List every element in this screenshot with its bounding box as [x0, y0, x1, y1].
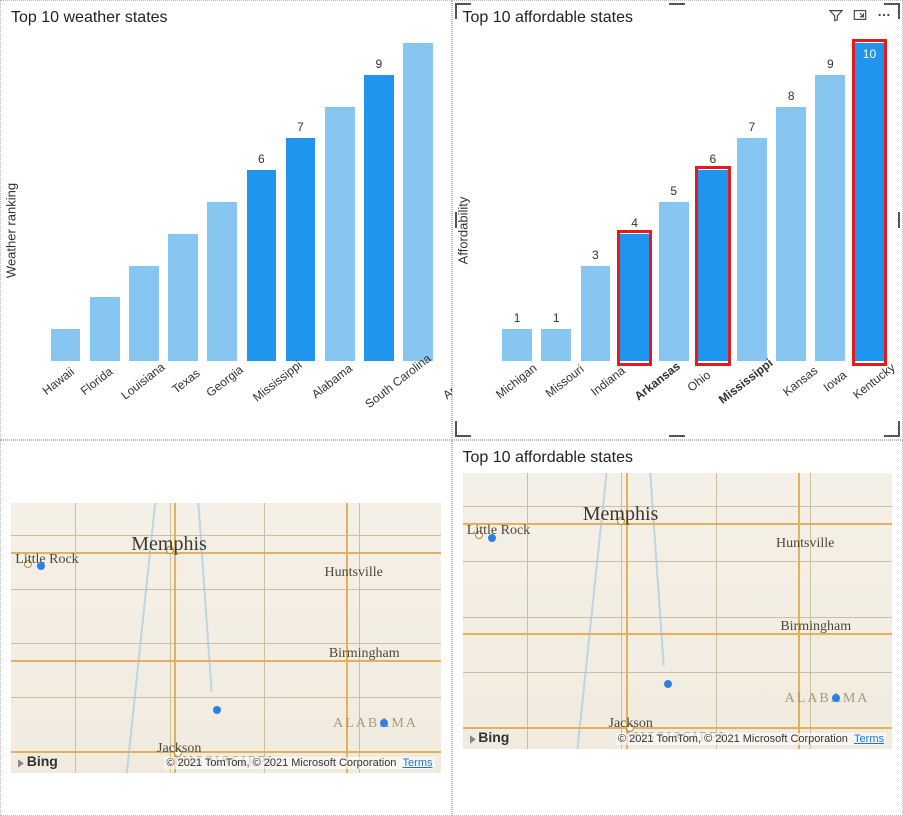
bar-value-label: 7	[297, 120, 304, 134]
bing-logo: Bing	[469, 729, 510, 745]
bar[interactable]: 7	[737, 138, 767, 361]
bar-col[interactable]	[399, 43, 436, 361]
visual-header-actions	[828, 7, 892, 23]
map-data-point[interactable]	[37, 562, 45, 570]
bar[interactable]: 5	[659, 202, 689, 361]
map-state-alabama: ALABAMA	[785, 691, 870, 707]
map-attribution: © 2021 TomTom, © 2021 Microsoft Corporat…	[164, 757, 434, 769]
map-data-point[interactable]	[664, 680, 672, 688]
map-city-birmingham: Birmingham	[780, 619, 851, 635]
more-options-icon[interactable]	[876, 7, 892, 23]
bar-value-label: 5	[670, 184, 677, 198]
bar-col[interactable]: 3	[577, 43, 614, 361]
map-state-alabama: ALABAMA	[333, 716, 418, 732]
bar-col[interactable]: 5	[655, 43, 692, 361]
bar-col[interactable]	[321, 43, 358, 361]
focus-mode-icon[interactable]	[852, 7, 868, 23]
map-terms-link[interactable]: Terms	[854, 733, 884, 745]
bar[interactable]: 6	[698, 170, 728, 361]
bar[interactable]: 8	[776, 107, 806, 361]
bar-col[interactable]: 9	[812, 43, 849, 361]
bar[interactable]: 1	[541, 329, 571, 361]
map-city-birmingham: Birmingham	[329, 646, 400, 662]
bar-col[interactable]	[47, 43, 84, 361]
bar[interactable]: 4	[620, 234, 650, 361]
category-label: Mississippi	[716, 356, 795, 432]
map-terms-link[interactable]: Terms	[403, 757, 433, 769]
bar-value-label: 9	[827, 57, 834, 71]
bar[interactable]: 3	[581, 266, 611, 361]
bar-col[interactable]: 7	[733, 43, 770, 361]
weather-chart-title: Top 10 weather states	[11, 9, 441, 27]
bing-logo: Bing	[17, 753, 58, 769]
bar-col[interactable]: 7	[282, 43, 319, 361]
category-label: Arkansas	[631, 359, 702, 429]
map-city-memphis: Memphis	[583, 503, 659, 526]
bar-col[interactable]: 4	[616, 43, 653, 361]
bar-value-label: 10	[863, 47, 876, 61]
affordable-y-axis-label: Affordability	[455, 197, 470, 265]
weather-map-tile[interactable]: MemphisLittle RockHuntsvilleBirminghamJa…	[0, 440, 452, 816]
bar-col[interactable]: 9	[360, 43, 397, 361]
bar-col[interactable]	[86, 43, 123, 361]
bar-value-label: 9	[375, 57, 382, 71]
map-city-huntsville: Huntsville	[776, 536, 834, 552]
bar-value-label: 6	[258, 152, 265, 166]
map-city-memphis: Memphis	[131, 533, 207, 556]
weather-chart: Weather ranking 679 HawaiiFloridaLouisia…	[11, 33, 441, 413]
bar-col[interactable]: 6	[694, 43, 731, 361]
bar[interactable]	[129, 266, 159, 361]
bar-col[interactable]: 1	[499, 43, 536, 361]
affordable-map-title: Top 10 affordable states	[463, 449, 893, 467]
bar[interactable]: 9	[364, 75, 394, 361]
affordable-map-tile[interactable]: Top 10 affordable states Memphis Little R…	[452, 440, 903, 816]
bar-value-label: 4	[631, 216, 638, 230]
map-attribution: © 2021 TomTom, © 2021 Microsoft Corporat…	[616, 733, 886, 745]
bar[interactable]: 7	[286, 138, 316, 361]
bar-value-label: 1	[514, 311, 521, 325]
bar[interactable]	[325, 107, 355, 361]
bar[interactable]	[403, 43, 433, 361]
bar-value-label: 8	[788, 89, 795, 103]
bar[interactable]	[90, 297, 120, 361]
bar-col[interactable]	[125, 43, 162, 361]
bar-col[interactable]: 6	[243, 43, 280, 361]
map-city-littlerock: Little Rock	[467, 523, 530, 539]
bar-value-label: 3	[592, 248, 599, 262]
map-data-point[interactable]	[213, 706, 221, 714]
report-grid: Top 10 weather states Weather ranking 67…	[0, 0, 903, 816]
bar-col[interactable]: 1	[538, 43, 575, 361]
filter-icon[interactable]	[828, 7, 844, 23]
bar-value-label: 7	[749, 120, 756, 134]
affordable-chart-tile[interactable]: Top 10 affordable states Affordability 1…	[452, 0, 903, 440]
bar[interactable]	[207, 202, 237, 361]
bar[interactable]	[51, 329, 81, 361]
bar[interactable]: 1	[502, 329, 532, 361]
weather-y-axis-label: Weather ranking	[4, 183, 19, 278]
bar[interactable]: 10	[855, 43, 885, 361]
map-city-littlerock: Little Rock	[15, 552, 78, 568]
bar[interactable]	[168, 234, 198, 361]
affordable-map[interactable]: MemphisLittle RockHuntsvilleBirminghamJa…	[463, 473, 893, 749]
bar[interactable]: 9	[815, 75, 845, 361]
category-label: Alabama	[309, 361, 375, 426]
bar-value-label: 6	[710, 152, 717, 166]
bar-col[interactable]	[204, 43, 241, 361]
bar-col[interactable]	[164, 43, 201, 361]
bar[interactable]: 6	[247, 170, 277, 361]
weather-map[interactable]: MemphisLittle RockHuntsvilleBirminghamJa…	[11, 503, 441, 773]
category-label: South Carolina	[362, 351, 453, 436]
weather-chart-tile[interactable]: Top 10 weather states Weather ranking 67…	[0, 0, 452, 440]
map-city-huntsville: Huntsville	[325, 565, 383, 581]
affordable-chart: Affordability 11345678910 MichiganMissou…	[463, 33, 893, 413]
map-data-point[interactable]	[488, 534, 496, 542]
bar-value-label: 1	[553, 311, 560, 325]
category-label: Kentucky	[850, 360, 903, 427]
map-data-point[interactable]	[832, 694, 840, 702]
bar-col[interactable]: 8	[773, 43, 810, 361]
bar-col[interactable]: 10	[851, 43, 888, 361]
